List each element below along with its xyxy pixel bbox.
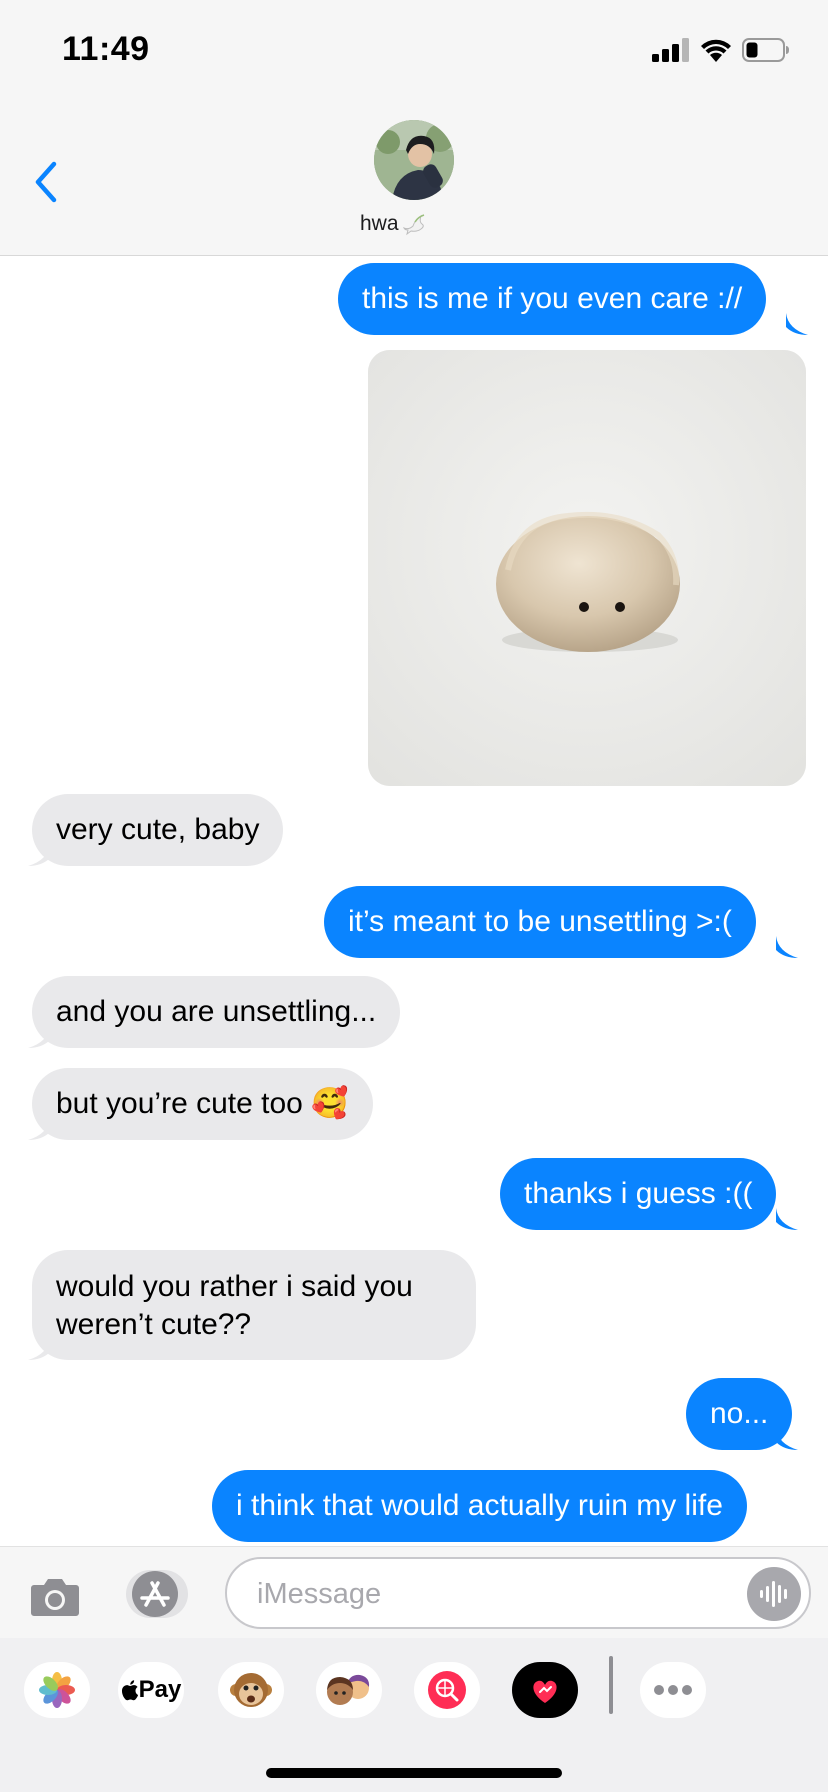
- memoji-button[interactable]: [316, 1662, 382, 1718]
- message-text-line: would you rather i said you: [56, 1270, 413, 1303]
- app-drawer-divider: [609, 1656, 613, 1714]
- animoji-icon: [230, 1673, 272, 1707]
- message-received[interactable]: would you rather i said you weren’t cute…: [32, 1250, 476, 1360]
- digital-touch-button[interactable]: [512, 1662, 578, 1718]
- digital-touch-icon: [533, 1680, 557, 1703]
- message-text: but you’re cute too 🥰: [56, 1087, 349, 1120]
- home-indicator[interactable]: [266, 1768, 562, 1778]
- message-sent[interactable]: it’s meant to be unsettling >:(: [324, 886, 756, 958]
- plush-photo: [368, 350, 806, 786]
- battery-icon: [742, 38, 789, 62]
- message-text: and you are unsettling...: [56, 995, 377, 1028]
- contact-avatar[interactable]: [374, 120, 454, 200]
- message-text: it’s meant to be unsettling >:(: [348, 905, 732, 938]
- image-search-button[interactable]: [414, 1662, 480, 1718]
- message-received[interactable]: very cute, baby: [32, 794, 284, 866]
- imessage-app-drawer: Pay: [0, 1638, 828, 1792]
- voice-message-button[interactable]: [747, 1567, 801, 1621]
- photos-app-button[interactable]: [24, 1662, 90, 1718]
- bubble-tail: [776, 936, 798, 958]
- apple-logo-icon: [121, 1680, 138, 1701]
- contact-name[interactable]: hwa: [360, 212, 427, 236]
- message-text: no...: [710, 1397, 769, 1430]
- memoji-icon: [327, 1674, 370, 1705]
- bubble-tail: [776, 1208, 798, 1230]
- more-apps-button[interactable]: [640, 1662, 706, 1718]
- contact-name-text: hwa: [360, 212, 399, 235]
- message-image[interactable]: [368, 350, 806, 786]
- message-sent[interactable]: i think that would actually ruin my life: [212, 1470, 747, 1542]
- message-text: this is me if you even care ://: [362, 282, 743, 315]
- message-input[interactable]: [257, 1573, 727, 1615]
- photos-icon: [39, 1672, 75, 1708]
- more-icon: [654, 1685, 692, 1695]
- status-bar: 11:49: [0, 0, 828, 100]
- bubble-tail: [28, 1338, 50, 1360]
- conversation-header: hwa: [0, 100, 828, 256]
- waveform-icon: [760, 1581, 787, 1607]
- message-input-field[interactable]: [225, 1557, 811, 1629]
- message-text: i think that would actually ruin my life: [236, 1489, 723, 1522]
- animoji-button[interactable]: [218, 1662, 284, 1718]
- status-time: 11:49: [62, 30, 150, 68]
- message-text: very cute, baby: [56, 813, 260, 846]
- bubble-tail: [776, 1428, 798, 1450]
- camera-icon[interactable]: [30, 1575, 80, 1617]
- bubble-tail: [28, 1118, 50, 1140]
- compose-bar: [0, 1546, 828, 1638]
- message-text-line: weren’t cute??: [56, 1308, 252, 1341]
- wifi-icon: [701, 39, 731, 62]
- bubble-tail: [786, 313, 808, 335]
- bubble-tail: [28, 1026, 50, 1048]
- dove-icon: [402, 214, 424, 236]
- bubble-tail: [28, 844, 50, 866]
- message-sent[interactable]: thanks i guess :((: [500, 1158, 777, 1230]
- message-received[interactable]: but you’re cute too 🥰: [32, 1068, 373, 1140]
- back-chevron-icon[interactable]: [30, 158, 64, 206]
- cellular-signal-icon: [652, 38, 689, 62]
- message-received[interactable]: and you are unsettling...: [32, 976, 401, 1048]
- image-search-icon: [428, 1671, 466, 1709]
- message-text: thanks i guess :((: [524, 1177, 753, 1210]
- app-store-icon[interactable]: [124, 1569, 192, 1619]
- apple-pay-button[interactable]: Pay: [118, 1662, 184, 1718]
- avatar-photo: [374, 120, 454, 200]
- apple-pay-label: Pay: [138, 1676, 182, 1703]
- message-sent[interactable]: this is me if you even care ://: [338, 263, 767, 335]
- apple-pay-icon: Pay: [121, 1676, 182, 1704]
